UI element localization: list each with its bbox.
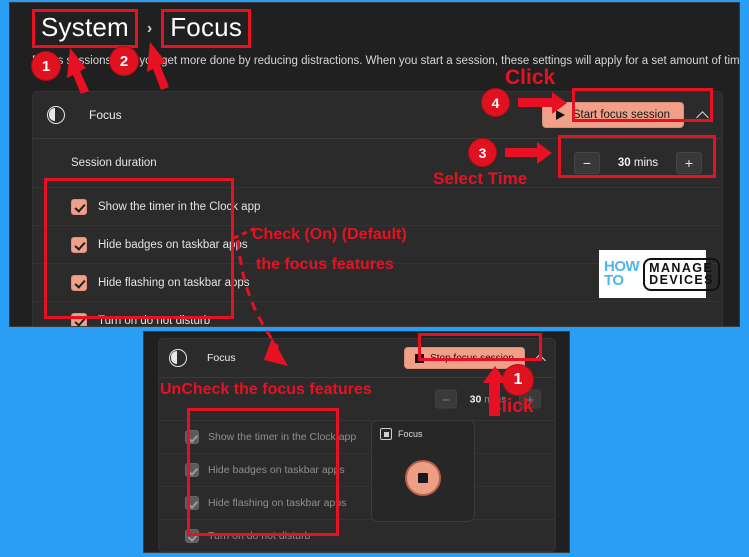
session-duration-stepper-disabled: − 30 mins + — [435, 389, 541, 409]
watermark-how-to: HOW TO — [604, 259, 640, 289]
checkbox-label-hide-flashing-disabled: Hide flashing on taskbar apps — [208, 497, 347, 509]
duration-decrement-button-disabled: − — [435, 389, 457, 409]
stop-focus-session-button[interactable]: Stop focus session — [404, 347, 525, 369]
checkbox-label-hide-badges-disabled: Hide badges on taskbar apps — [208, 464, 345, 476]
focus-widget-title: Focus — [398, 429, 423, 439]
focus-widget-header: Focus — [372, 421, 474, 440]
checkbox-label-show-timer: Show the timer in the Clock app — [98, 200, 261, 213]
focus-card-title: Focus — [89, 108, 122, 122]
duration-unit-running: mins — [484, 393, 507, 405]
watermark-line4: DEVICES — [649, 273, 714, 287]
checkbox-label-do-not-disturb-disabled: Turn on do not disturb — [208, 530, 311, 542]
focus-settings-card-running: Focus Stop focus session − 30 mins + Sho… — [158, 338, 556, 552]
play-icon — [555, 110, 565, 120]
watermark-logo: HOW TO MANAGE DEVICES — [599, 250, 720, 298]
checkbox-row-do-not-disturb-disabled: Turn on do not disturb — [159, 519, 555, 552]
breadcrumb-separator-icon: › — [146, 19, 153, 37]
duration-unit: mins — [633, 157, 659, 169]
checkbox-label-show-timer-disabled: Show the timer in the Clock app — [208, 431, 357, 443]
checkbox-hide-flashing[interactable] — [71, 274, 87, 291]
focus-widget-card: Focus — [371, 420, 475, 522]
focus-card-title-running: Focus — [207, 352, 236, 364]
focus-card-header: Focus Start focus session — [33, 92, 722, 138]
watermark-manage-devices: MANAGE DEVICES — [643, 257, 720, 291]
moon-icon — [47, 106, 65, 124]
session-duration-label: Session duration — [71, 157, 157, 169]
checkbox-hide-badges[interactable] — [71, 236, 87, 253]
checkbox-show-timer[interactable] — [71, 198, 87, 215]
checkbox-row-hide-badges-disabled: Hide badges on taskbar apps — [159, 453, 555, 486]
session-duration-stepper: − 30 mins + — [574, 152, 702, 174]
stop-focus-session-label: Stop focus session — [430, 352, 514, 364]
start-focus-session-label: Start focus session — [572, 109, 670, 121]
checkbox-do-not-disturb[interactable] — [71, 312, 87, 326]
chevron-up-icon[interactable] — [533, 351, 547, 365]
breadcrumb-system-highlight: System — [32, 9, 138, 49]
checkbox-do-not-disturb-disabled — [185, 529, 199, 543]
checkbox-show-timer-disabled — [185, 430, 199, 444]
duration-value: 30 mins — [612, 157, 664, 169]
checkbox-hide-badges-disabled — [185, 463, 199, 477]
checkbox-row-show-timer[interactable]: Show the timer in the Clock app — [33, 187, 722, 225]
stop-square-icon — [415, 353, 425, 363]
checkbox-label-hide-flashing: Hide flashing on taskbar apps — [98, 276, 250, 289]
stop-circle-icon[interactable] — [405, 460, 441, 496]
duration-number: 30 — [617, 157, 631, 169]
session-duration-row: Session duration − 30 mins + — [33, 139, 722, 187]
start-focus-session-button[interactable]: Start focus session — [541, 102, 684, 128]
checkbox-label-do-not-disturb: Turn on do not disturb — [98, 314, 211, 327]
checkbox-label-hide-badges: Hide badges on taskbar apps — [98, 238, 248, 251]
breadcrumb-system-link[interactable]: System — [41, 12, 129, 42]
chevron-up-icon[interactable] — [696, 108, 710, 122]
watermark-line2: TO — [604, 272, 624, 289]
page-description: Focus sessions help you get more done by… — [32, 55, 740, 67]
breadcrumb: System › Focus — [32, 9, 252, 49]
duration-increment-button-disabled: + — [519, 389, 541, 409]
moon-icon — [169, 349, 187, 367]
duration-decrement-button[interactable]: − — [574, 152, 600, 174]
checkbox-row-do-not-disturb[interactable]: Turn on do not disturb — [33, 301, 722, 327]
duration-increment-button[interactable]: + — [676, 152, 702, 174]
focus-widget-icon — [380, 428, 392, 440]
duration-number-running: 30 — [469, 393, 482, 405]
duration-value-running: 30 mins — [466, 393, 510, 405]
checkbox-row-show-timer-disabled: Show the timer in the Clock app — [159, 420, 555, 453]
checkbox-hide-flashing-disabled — [185, 496, 199, 510]
breadcrumb-focus-highlight: Focus — [161, 9, 252, 49]
session-duration-row-running: − 30 mins + — [159, 378, 555, 420]
checkbox-row-hide-flashing-disabled: Hide flashing on taskbar apps — [159, 486, 555, 519]
breadcrumb-focus-current: Focus — [170, 12, 243, 42]
focus-card-header-running: Focus Stop focus session — [159, 339, 555, 377]
settings-window-bottom: Focus Stop focus session − 30 mins + Sho… — [143, 331, 570, 553]
